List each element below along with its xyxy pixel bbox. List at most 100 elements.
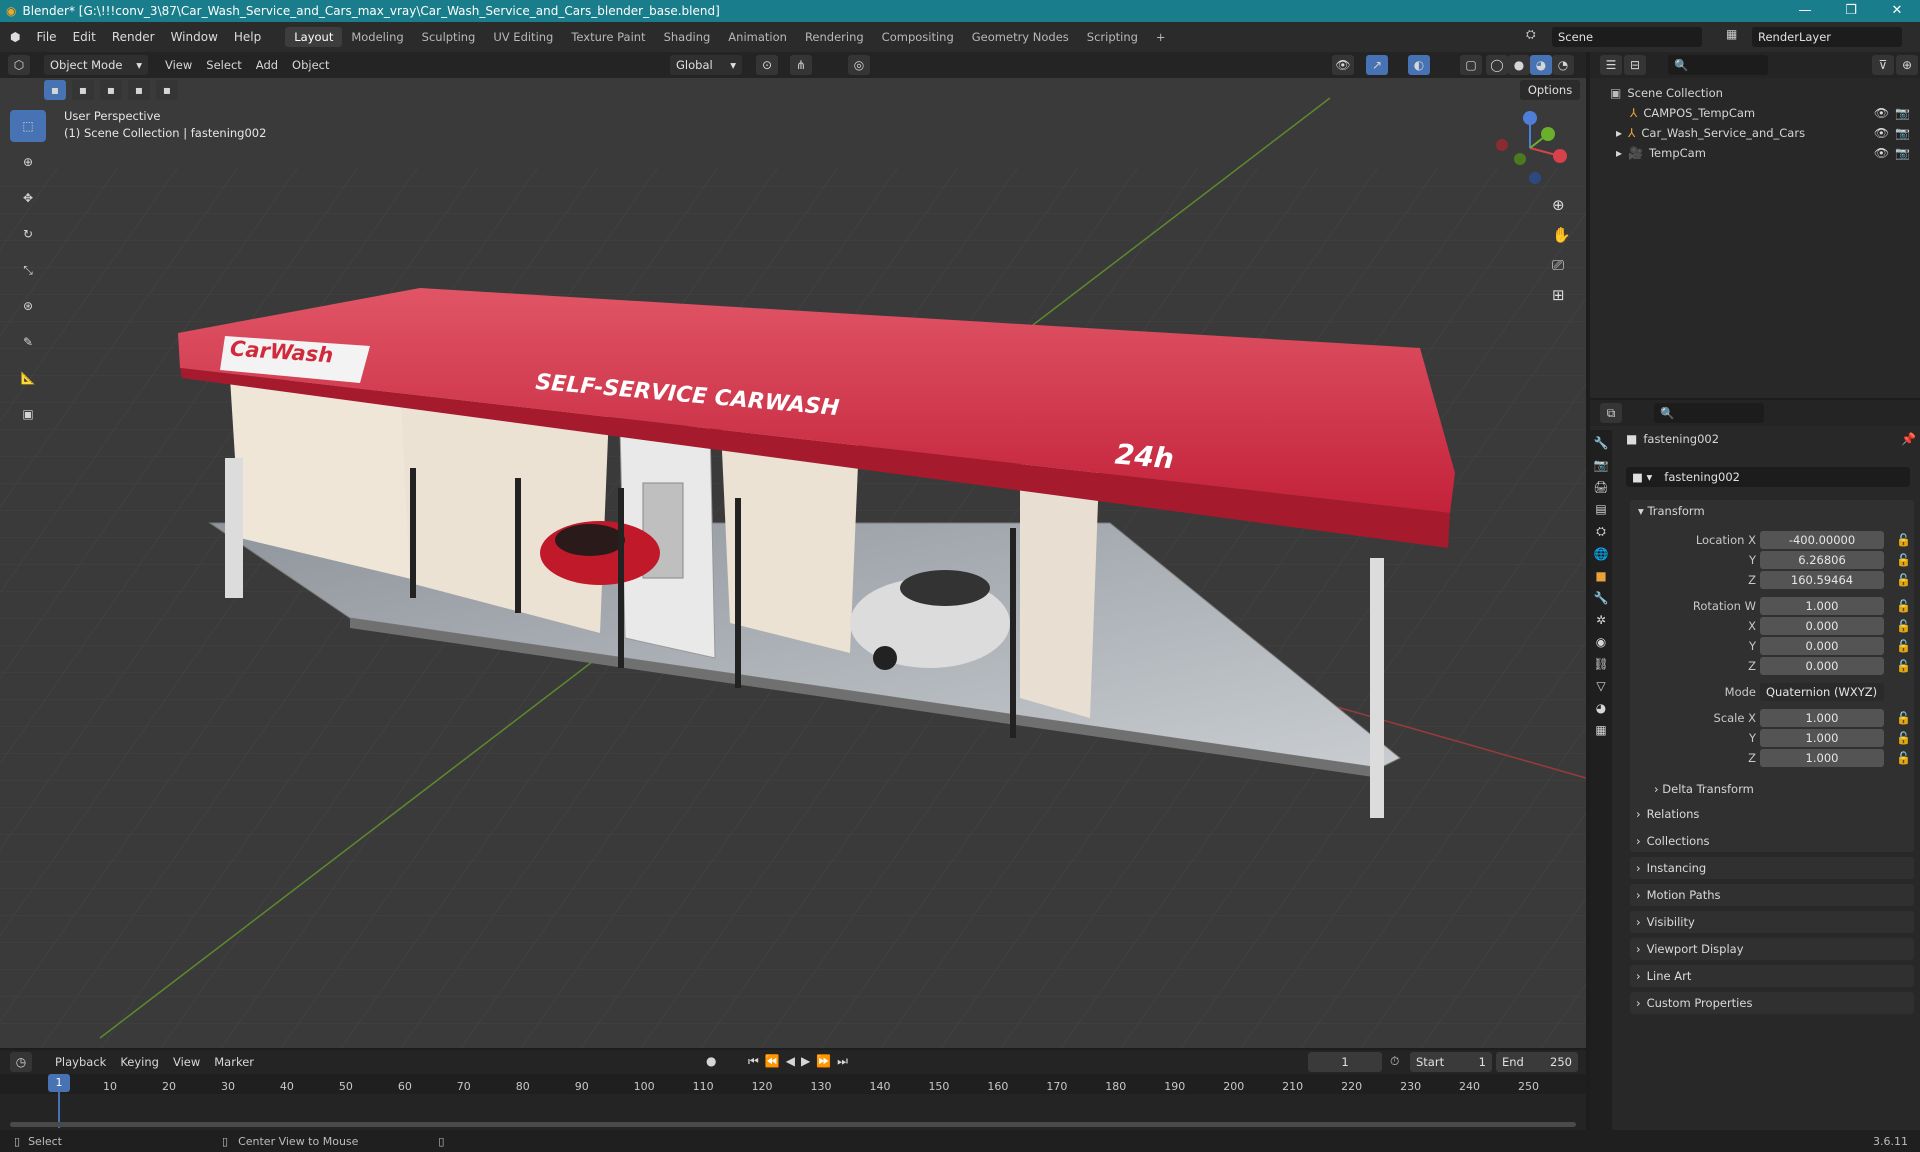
expand-arrow-icon[interactable]: ▸ bbox=[1616, 146, 1622, 160]
playback-controls[interactable]: ⏮⏪◀▶⏩⏭ bbox=[748, 1054, 854, 1069]
zoom-icon[interactable]: ⊕ bbox=[1552, 196, 1565, 214]
filter-icon[interactable]: ⊽ bbox=[1872, 55, 1894, 75]
stopwatch-icon[interactable]: ⏱ bbox=[1390, 1054, 1399, 1069]
menu-file[interactable]: File bbox=[28, 30, 64, 44]
lock-icon[interactable]: 🔓 bbox=[1896, 553, 1911, 567]
render-tab-icon[interactable]: 📷 bbox=[1594, 458, 1609, 472]
display-mode-icon[interactable]: ⊟ bbox=[1624, 55, 1646, 75]
annotate-icon[interactable]: ✎ bbox=[10, 326, 46, 358]
select-box-icon[interactable]: ⬚ bbox=[10, 110, 46, 142]
select-new-icon[interactable]: ▪ bbox=[44, 80, 66, 100]
orientation-selector[interactable]: Global ▾ bbox=[670, 55, 742, 75]
eye-icon[interactable]: 👁 bbox=[1874, 126, 1889, 140]
timeline-editor-icon[interactable]: ◷ bbox=[10, 1052, 32, 1072]
lock-icon[interactable]: 🔓 bbox=[1896, 659, 1911, 673]
tab-uv-editing[interactable]: UV Editing bbox=[484, 27, 562, 47]
delta-transform-subpanel[interactable]: › Delta Transform bbox=[1654, 782, 1754, 796]
rotation-w-field[interactable]: 1.000 bbox=[1760, 597, 1884, 615]
tab-scripting[interactable]: Scripting bbox=[1078, 27, 1147, 47]
scale-z-field[interactable]: 1.000 bbox=[1760, 749, 1884, 767]
texture-tab-icon[interactable]: ▦ bbox=[1595, 723, 1606, 737]
solid-shading-icon[interactable]: ● bbox=[1508, 55, 1530, 75]
measure-icon[interactable]: 📐 bbox=[10, 362, 46, 394]
lock-icon[interactable]: 🔓 bbox=[1896, 619, 1911, 633]
panel-collections[interactable]: › Collections bbox=[1630, 830, 1914, 852]
scale-icon[interactable]: ⤡ bbox=[10, 254, 46, 286]
panel-custom-properties[interactable]: › Custom Properties bbox=[1630, 992, 1914, 1014]
ortho-toggle-icon[interactable]: ⊞ bbox=[1552, 286, 1565, 304]
location-y-field[interactable]: 6.26806 bbox=[1760, 551, 1884, 569]
close-button[interactable]: ✕ bbox=[1874, 0, 1920, 22]
material-tab-icon[interactable]: ◕ bbox=[1596, 701, 1606, 715]
rotation-y-field[interactable]: 0.000 bbox=[1760, 637, 1884, 655]
viewport-menu-select[interactable]: Select bbox=[199, 56, 248, 74]
panel-visibility[interactable]: › Visibility bbox=[1630, 911, 1914, 933]
start-frame-field[interactable]: Start 1 bbox=[1410, 1052, 1492, 1072]
modifier-tab-icon[interactable]: 🔧 bbox=[1594, 591, 1609, 605]
data-tab-icon[interactable]: ▽ bbox=[1596, 679, 1605, 693]
viewport-options-button[interactable]: Options bbox=[1520, 80, 1580, 100]
panel-motion-paths[interactable]: › Motion Paths bbox=[1630, 884, 1914, 906]
menu-window[interactable]: Window bbox=[163, 30, 226, 44]
lock-icon[interactable]: 🔓 bbox=[1896, 573, 1911, 587]
tab-sculpting[interactable]: Sculpting bbox=[413, 27, 485, 47]
camera-render-icon[interactable]: 📷 bbox=[1895, 106, 1910, 120]
lock-icon[interactable]: 🔓 bbox=[1896, 711, 1911, 725]
output-tab-icon[interactable]: 🖨 bbox=[1593, 480, 1608, 494]
playhead[interactable]: 1 bbox=[48, 1074, 70, 1092]
pin-icon[interactable]: 📌 bbox=[1901, 432, 1916, 446]
scale-x-field[interactable]: 1.000 bbox=[1760, 709, 1884, 727]
view-layer-tab-icon[interactable]: ▤ bbox=[1595, 502, 1606, 516]
rotation-x-field[interactable]: 0.000 bbox=[1760, 617, 1884, 635]
viewport-menu-view[interactable]: View bbox=[158, 56, 199, 74]
add-workspace-icon[interactable]: + bbox=[1147, 27, 1175, 47]
timeline-menu-marker[interactable]: Marker bbox=[207, 1053, 261, 1071]
scale-y-field[interactable]: 1.000 bbox=[1760, 729, 1884, 747]
location-x-field[interactable]: -400.00000 bbox=[1760, 531, 1884, 549]
blender-menu-icon[interactable]: ⬢ bbox=[0, 30, 28, 44]
mode-selector[interactable]: Object Mode ▾ bbox=[44, 55, 148, 75]
tab-animation[interactable]: Animation bbox=[719, 27, 796, 47]
lock-icon[interactable]: 🔓 bbox=[1896, 751, 1911, 765]
world-tab-icon[interactable]: 🌐 bbox=[1594, 547, 1609, 561]
lock-icon[interactable]: 🔓 bbox=[1896, 731, 1911, 745]
location-z-field[interactable]: 160.59464 bbox=[1760, 571, 1884, 589]
add-cube-icon[interactable]: ▣ bbox=[10, 398, 46, 430]
particles-tab-icon[interactable]: ✲ bbox=[1596, 613, 1606, 627]
lock-icon[interactable]: 🔓 bbox=[1896, 533, 1911, 547]
gizmo-toggle-icon[interactable]: ↗ bbox=[1366, 55, 1388, 75]
select-subtract-icon[interactable]: ▪ bbox=[100, 80, 122, 100]
xray-icon[interactable]: ▢ bbox=[1460, 55, 1482, 75]
viewport-menu-object[interactable]: Object bbox=[285, 56, 336, 74]
scene-tab-icon[interactable]: ⛭ bbox=[1596, 524, 1606, 539]
outliner-search-input[interactable]: 🔍 bbox=[1668, 55, 1768, 75]
tab-rendering[interactable]: Rendering bbox=[796, 27, 873, 47]
visibility-icon[interactable]: 👁 bbox=[1332, 55, 1354, 75]
select-extend-icon[interactable]: ▪ bbox=[72, 80, 94, 100]
tab-layout[interactable]: Layout bbox=[285, 27, 343, 47]
object-name-field[interactable]: ■ ▾ fastening002 bbox=[1626, 467, 1910, 487]
transform-icon[interactable]: ⊛ bbox=[10, 290, 46, 322]
transform-header[interactable]: ▾ Transform bbox=[1638, 504, 1705, 518]
tab-geometry-nodes[interactable]: Geometry Nodes bbox=[963, 27, 1078, 47]
record-icon[interactable]: ● bbox=[706, 1054, 716, 1068]
lock-icon[interactable]: 🔓 bbox=[1896, 599, 1911, 613]
physics-tab-icon[interactable]: ◉ bbox=[1596, 635, 1606, 649]
minimize-button[interactable]: — bbox=[1782, 0, 1828, 22]
eye-icon[interactable]: 👁 bbox=[1874, 146, 1889, 160]
editor-type-icon[interactable]: ⬡ bbox=[8, 55, 30, 75]
menu-help[interactable]: Help bbox=[226, 30, 269, 44]
panel-relations[interactable]: › Relations bbox=[1630, 803, 1914, 825]
camera-render-icon[interactable]: 📷 bbox=[1895, 126, 1910, 140]
move-icon[interactable]: ✥ bbox=[10, 182, 46, 214]
pivot-icon[interactable]: ⊙ bbox=[756, 55, 778, 75]
current-frame-field[interactable]: 1 bbox=[1308, 1052, 1382, 1072]
select-intersect-icon[interactable]: ▪ bbox=[156, 80, 178, 100]
properties-editor-icon[interactable]: ⧉ bbox=[1600, 403, 1622, 423]
overlay-toggle-icon[interactable]: ◐ bbox=[1408, 55, 1430, 75]
constraints-tab-icon[interactable]: ⛓ bbox=[1593, 657, 1608, 671]
object-tab-icon[interactable]: ■ bbox=[1595, 569, 1606, 583]
tab-modeling[interactable]: Modeling bbox=[342, 27, 412, 47]
scene-selector[interactable]: Scene bbox=[1552, 27, 1702, 47]
select-invert-icon[interactable]: ▪ bbox=[128, 80, 150, 100]
